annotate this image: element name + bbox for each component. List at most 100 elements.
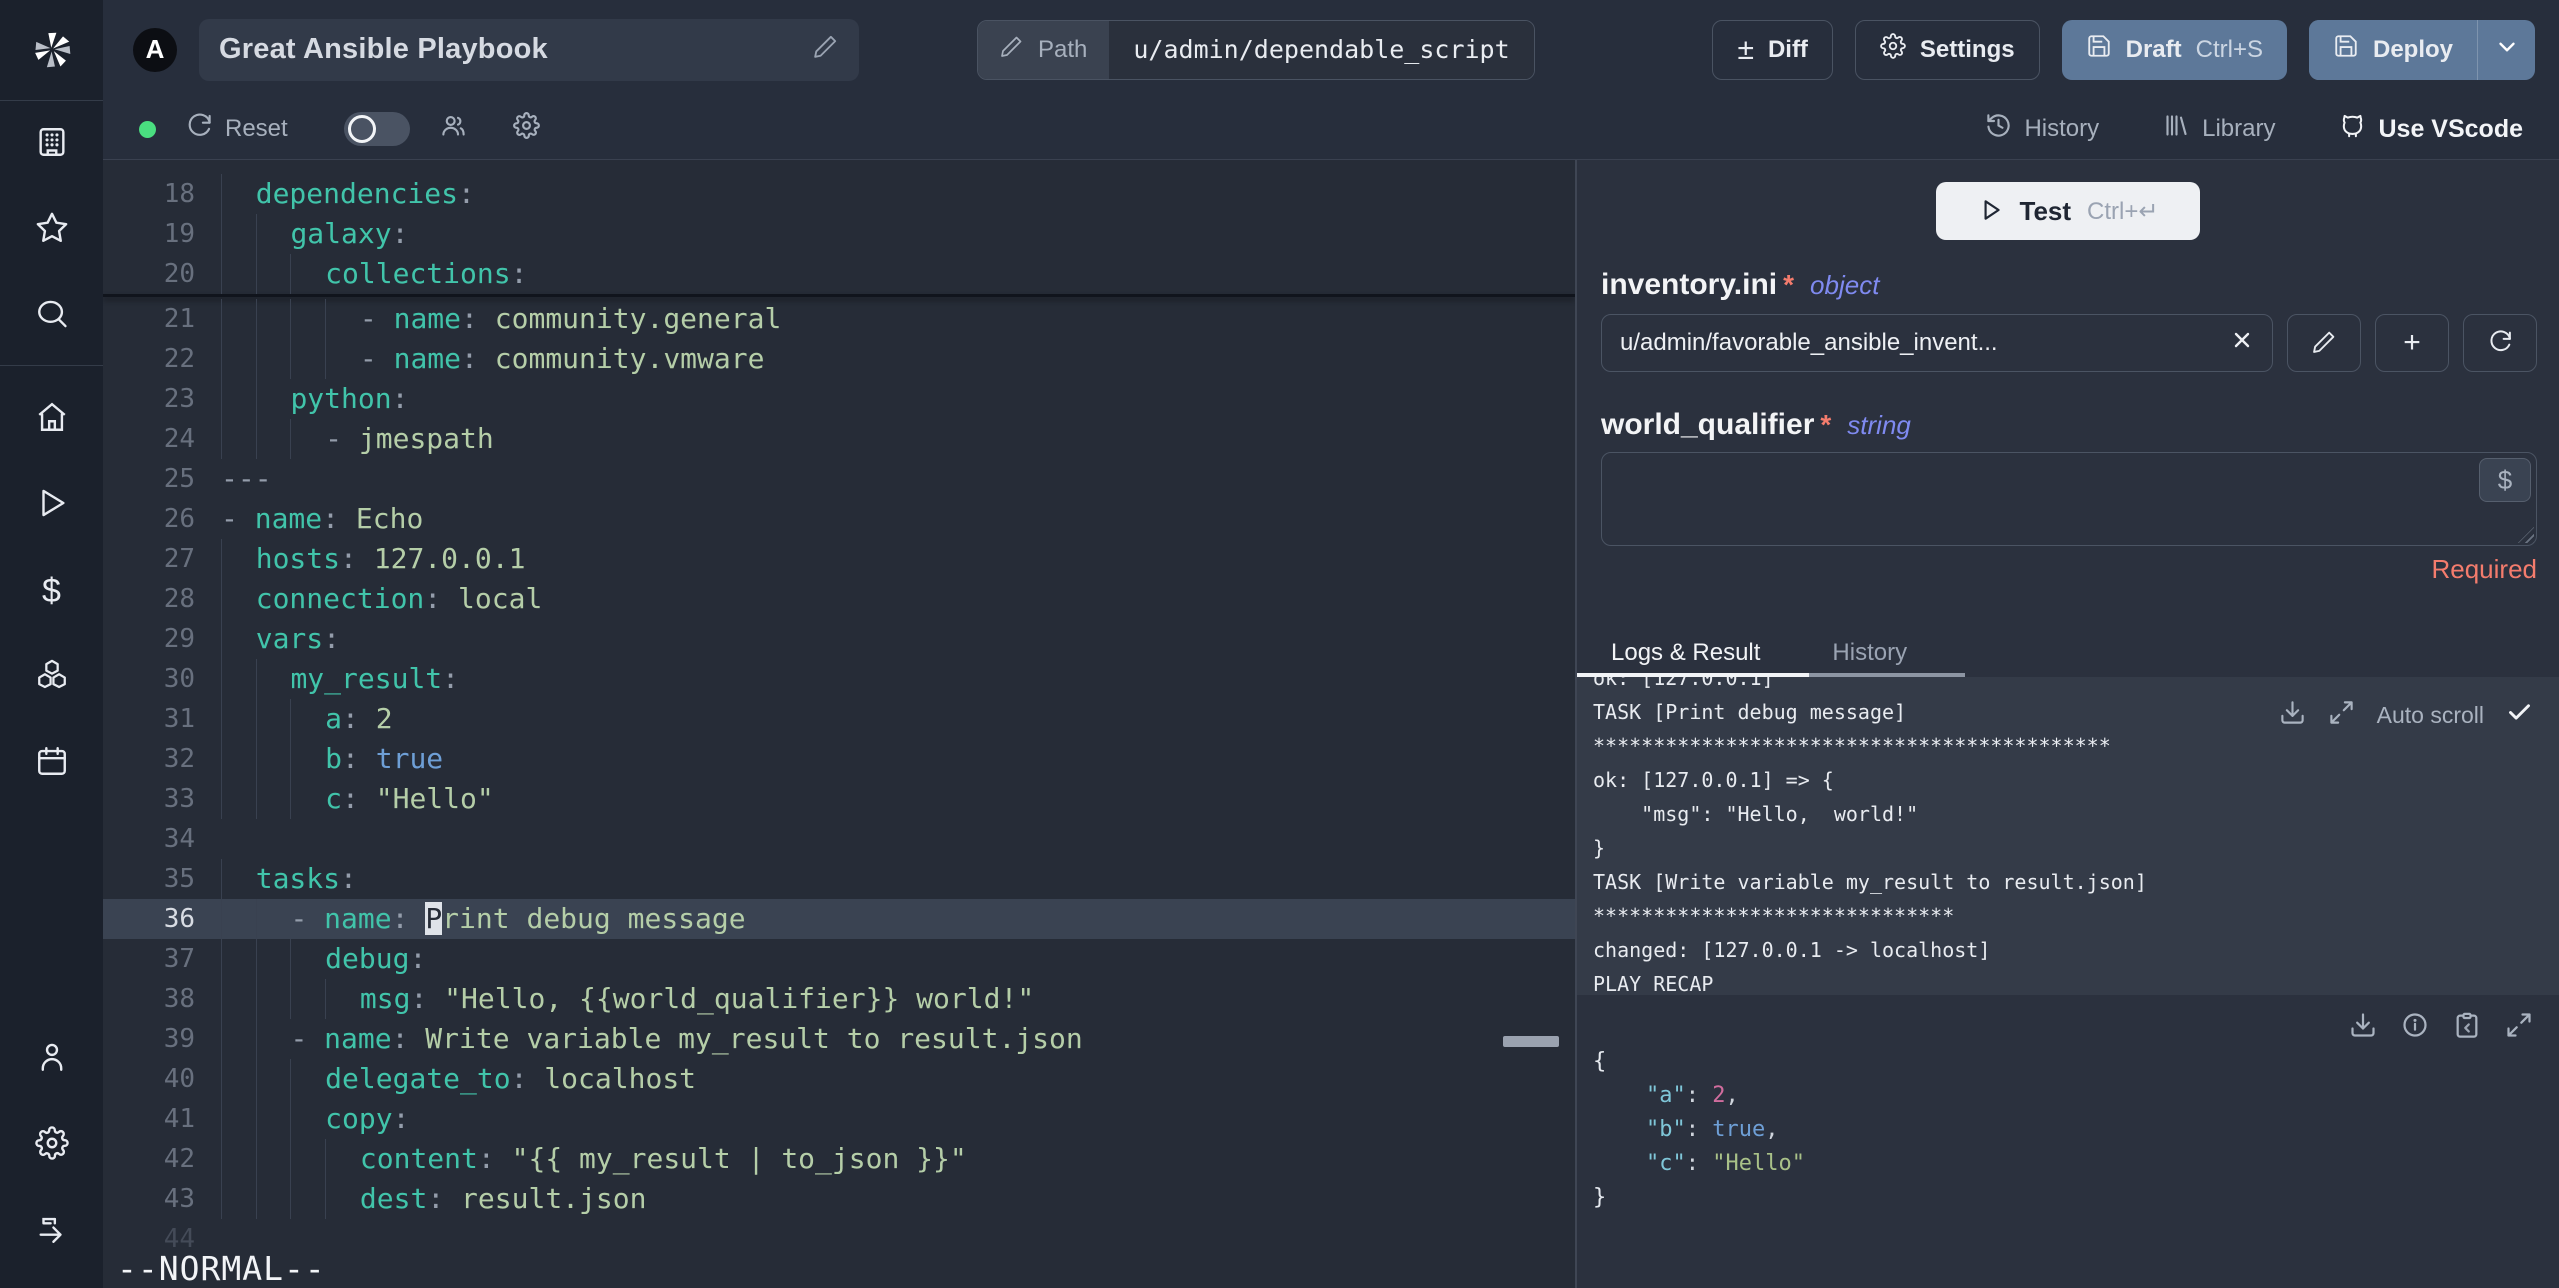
code-line-43[interactable]: 43 dest: result.json xyxy=(103,1179,1575,1219)
code-line-38[interactable]: 38 msg: "Hello, {{world_qualifier}} worl… xyxy=(103,979,1575,1019)
code-line-28[interactable]: 28 connection: local xyxy=(103,579,1575,619)
boxes-icon xyxy=(35,658,69,697)
log-actions: Auto scroll xyxy=(2279,699,2533,731)
refresh-resource-button[interactable] xyxy=(2463,314,2537,372)
tab-logs-result[interactable]: Logs & Result xyxy=(1611,639,1760,667)
inventory-resource-input[interactable]: u/admin/favorable_ansible_invent... xyxy=(1601,314,2273,372)
ansible-logo: A xyxy=(133,27,177,72)
use-vscode-button[interactable]: Use VScode xyxy=(2339,112,2523,146)
sidebar-item-variables[interactable]: $ xyxy=(0,548,103,634)
code-line-31[interactable]: 31 a: 2 xyxy=(103,699,1575,739)
deploy-button[interactable]: Deploy xyxy=(2308,19,2477,80)
code-line-30[interactable]: 30 my_result: xyxy=(103,659,1575,699)
insert-variable-button[interactable]: $ xyxy=(2479,458,2531,502)
code-line-26[interactable]: 26 - name: Echo xyxy=(103,499,1575,539)
line-number: 27 xyxy=(163,544,195,574)
code-line-42[interactable]: 42 content: "{{ my_result | to_json }}" xyxy=(103,1139,1575,1179)
line-number: 38 xyxy=(163,984,195,1014)
info-icon[interactable] xyxy=(2401,1011,2429,1044)
edit-title-pencil-icon[interactable] xyxy=(813,33,839,67)
sidebar-item-home[interactable] xyxy=(0,376,103,462)
draft-shortcut: Ctrl+S xyxy=(2195,35,2263,63)
sidebar-item-settings[interactable] xyxy=(0,1102,103,1188)
dollar-icon: $ xyxy=(42,571,61,610)
test-row: Test Ctrl+↵ xyxy=(1577,160,2559,246)
code-line-25[interactable]: 25 --- xyxy=(103,459,1575,499)
history-button[interactable]: History xyxy=(1985,112,2099,146)
required-star: * xyxy=(1783,269,1795,300)
reset-button[interactable]: Reset xyxy=(186,112,288,146)
expand-result-icon[interactable] xyxy=(2505,1011,2533,1044)
code-editor[interactable]: 18 dependencies: 19 galaxy: 20 collections… xyxy=(103,160,1575,1288)
code-line-27[interactable]: 27 hosts: 127.0.0.1 xyxy=(103,539,1575,579)
sidebar-item-favorites[interactable] xyxy=(0,187,103,273)
world-qualifier-input[interactable]: $ xyxy=(1601,452,2537,546)
code-text: dest: result.json xyxy=(221,1179,1575,1219)
diff-button[interactable]: ± Diff xyxy=(1712,19,1833,80)
history-clock-icon xyxy=(1985,112,2012,146)
logout-icon xyxy=(35,1212,69,1251)
code-line-37[interactable]: 37 debug: xyxy=(103,939,1575,979)
test-button[interactable]: Test Ctrl+↵ xyxy=(1936,182,2200,240)
code-line-22[interactable]: 22 - name: community.vmware xyxy=(103,339,1575,379)
deploy-label: Deploy xyxy=(2372,35,2453,63)
editor-toolbar: Reset History Library Use VScode xyxy=(103,99,2559,160)
library-button[interactable]: Library xyxy=(2163,112,2275,146)
code-line-20[interactable]: 20 collections: xyxy=(103,254,1575,294)
autoscroll-checkbox[interactable] xyxy=(2506,699,2533,731)
clear-x-icon[interactable] xyxy=(2230,328,2254,359)
line-number: 39 xyxy=(163,1024,195,1054)
windmill-logo-icon[interactable] xyxy=(0,0,103,101)
code-line-18[interactable]: 18 dependencies: xyxy=(103,174,1575,214)
sidebar-item-schedules[interactable] xyxy=(0,720,103,806)
copy-clipboard-icon[interactable] xyxy=(2453,1011,2481,1044)
settings-button[interactable]: Settings xyxy=(1854,19,2040,80)
script-title-input[interactable]: Great Ansible Playbook xyxy=(199,18,859,81)
editor-scroll-handle[interactable] xyxy=(1503,1036,1559,1047)
sidebar-item-workspace[interactable] xyxy=(0,101,103,187)
code-line-29[interactable]: 29 vars: xyxy=(103,619,1575,659)
chevron-down-icon xyxy=(2494,34,2520,65)
path-chip[interactable]: Path u/admin/dependable_script xyxy=(977,19,1535,80)
line-number: 36 xyxy=(163,904,195,934)
field-type: string xyxy=(1847,410,1911,440)
code-line-34[interactable]: 34 xyxy=(103,819,1575,859)
sidebar-item-account[interactable] xyxy=(0,1016,103,1102)
code-line-40[interactable]: 40 delegate_to: localhost xyxy=(103,1059,1575,1099)
sidebar-item-search[interactable] xyxy=(0,273,103,359)
collaborators-button[interactable] xyxy=(440,112,467,146)
sidebar-item-runs[interactable] xyxy=(0,462,103,548)
draft-button[interactable]: Draft Ctrl+S xyxy=(2061,19,2287,80)
required-error: Required xyxy=(2431,554,2537,584)
sidebar-item-logout[interactable] xyxy=(0,1188,103,1274)
edit-resource-button[interactable] xyxy=(2287,314,2361,372)
resize-grip[interactable] xyxy=(2518,527,2534,543)
deploy-dropdown-button[interactable] xyxy=(2477,19,2535,80)
add-resource-button[interactable]: + xyxy=(2375,314,2449,372)
code-line-35[interactable]: 35 tasks: xyxy=(103,859,1575,899)
sidebar-item-resources[interactable] xyxy=(0,634,103,720)
download-result-icon[interactable] xyxy=(2349,1011,2377,1044)
code-line-36[interactable]: 36 - name: Print debug message xyxy=(103,899,1575,939)
diff-mode-toggle[interactable] xyxy=(343,112,410,146)
line-number: 30 xyxy=(163,664,195,694)
download-log-icon[interactable] xyxy=(2279,699,2306,731)
pencil-icon xyxy=(1000,34,1024,65)
code-line-41[interactable]: 41 copy: xyxy=(103,1099,1575,1139)
code-text: vars: xyxy=(221,619,1575,659)
code-line-19[interactable]: 19 galaxy: xyxy=(103,214,1575,254)
expand-log-icon[interactable] xyxy=(2328,699,2355,731)
required-star: * xyxy=(1820,409,1832,440)
deploy-split-button: Deploy xyxy=(2308,19,2535,80)
play-icon xyxy=(1978,197,2004,226)
vscode-label: Use VScode xyxy=(2378,114,2523,143)
code-text: collections: xyxy=(221,254,1575,294)
editor-settings-button[interactable] xyxy=(512,112,540,146)
tab-history[interactable]: History xyxy=(1832,639,1907,667)
code-line-33[interactable]: 33 c: "Hello" xyxy=(103,779,1575,819)
code-line-21[interactable]: 21 - name: community.general xyxy=(103,299,1575,339)
code-line-32[interactable]: 32 b: true xyxy=(103,739,1575,779)
code-line-39[interactable]: 39 - name: Write variable my_result to r… xyxy=(103,1019,1575,1059)
code-line-23[interactable]: 23 python: xyxy=(103,379,1575,419)
code-line-24[interactable]: 24 - jmespath xyxy=(103,419,1575,459)
